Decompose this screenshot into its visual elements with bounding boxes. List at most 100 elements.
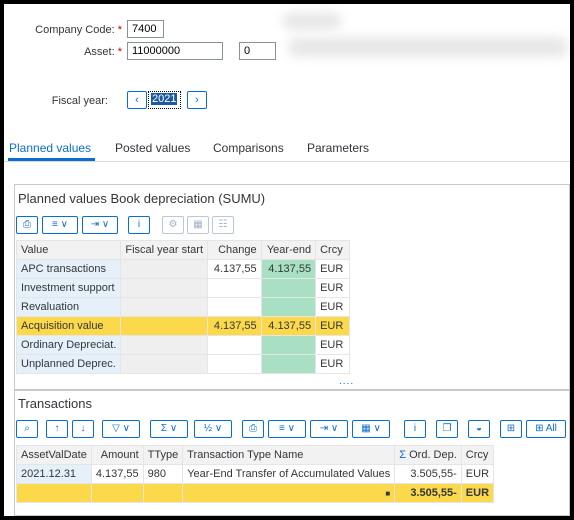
year-end-cell: 4.137,55 (260, 316, 317, 336)
export-menu-button[interactable]: ⇥ ∨ (310, 420, 348, 438)
table-row-total[interactable]: ■ 3.505,55- EUR (16, 483, 495, 503)
subtotal-menu-button[interactable]: ½ ∨ (194, 420, 232, 438)
column-header[interactable]: Σ Ord. Dep. (394, 445, 462, 465)
send-menu-button[interactable]: ⇥ ∨ (82, 216, 118, 234)
column-header[interactable]: Change (207, 240, 262, 260)
tab-comparisons[interactable]: Comparisons (213, 141, 284, 155)
chevron-down-icon: ∨ (122, 423, 130, 434)
zoom-icon: ⌕ (24, 423, 30, 434)
table-row[interactable]: Ordinary Depreciat. EUR (15, 335, 350, 355)
transactions-table: AssetValDate Amount TType Transaction Ty… (16, 445, 495, 503)
fiscal-year-start-cell (120, 354, 209, 374)
view-menu-button[interactable]: ≡ ∨ (268, 420, 306, 438)
chevron-right-icon: › (195, 94, 199, 106)
column-header[interactable]: Crcy (315, 240, 350, 260)
change-cell (207, 278, 262, 298)
chevron-down-icon: ∨ (287, 423, 295, 434)
table-row-total[interactable]: Acquisition value 4.137,55 4.137,55 EUR (15, 316, 350, 336)
subtotal-icon: ½ (203, 423, 213, 434)
currency-cell: EUR (460, 464, 495, 484)
redacted-area (282, 12, 342, 30)
value-cell: APC transactions (15, 259, 122, 279)
currency-cell: EUR (315, 259, 350, 279)
chevron-down-icon: ∨ (214, 423, 223, 434)
calculator-button[interactable]: ▦ (187, 216, 209, 234)
chevron-down-icon: ∨ (373, 423, 381, 434)
ttype-cell: 980 (142, 464, 184, 484)
redacted-area (288, 37, 568, 57)
column-header[interactable]: Amount (90, 445, 144, 465)
column-header[interactable]: Fiscal year start (120, 240, 209, 260)
info-button[interactable]: i (404, 420, 426, 438)
tab-posted-values[interactable]: Posted values (115, 141, 190, 155)
planned-values-title: Planned values Book depreciation (SUMU) (18, 191, 266, 206)
currency-cell: EUR (315, 316, 350, 336)
total-cell (16, 483, 92, 503)
asset-label-text: Asset: (84, 46, 115, 58)
column-header[interactable]: Crcy (460, 445, 495, 465)
fiscal-year-start-cell (120, 278, 209, 298)
sort-descending-button[interactable]: ↓ (72, 420, 94, 438)
asset-explorer-window: Company Code: * 7400 Asset: * 11000000 0… (4, 4, 570, 516)
required-mark: * (117, 24, 122, 36)
sort-ascending-button[interactable]: ↑ (46, 420, 68, 438)
copy-button[interactable]: ❐ (436, 420, 458, 438)
previous-year-button[interactable]: ‹ (127, 91, 147, 109)
layout-menu-button[interactable]: ▦ ∨ (352, 420, 390, 438)
transaction-name-cell: Year-End Transfer of Accumulated Values (182, 464, 396, 484)
chevron-left-icon: ‹ (135, 94, 139, 106)
column-header-text: Ord. Dep. (409, 449, 457, 461)
clipboard-button[interactable]: ☷ (212, 216, 234, 234)
table-row[interactable]: Revaluation EUR (15, 297, 350, 317)
display-button[interactable]: ◒ (468, 420, 490, 438)
sort-ascending-icon: ↑ (54, 423, 60, 434)
column-header[interactable]: Transaction Type Name (182, 445, 396, 465)
expand-button[interactable]: ⊞ (500, 420, 522, 438)
tab-parameters[interactable]: Parameters (307, 141, 369, 155)
table-row[interactable]: Investment support EUR (15, 278, 350, 298)
forward-icon: ⇥ (90, 219, 100, 230)
resize-handle[interactable]: .... (339, 376, 354, 387)
details-button[interactable]: ⌕ (16, 420, 38, 438)
required-mark: * (117, 46, 122, 58)
amount-cell: 4.137,55 (90, 464, 144, 484)
fiscal-year-input[interactable]: 2021 (148, 91, 181, 109)
table-row[interactable]: Unplanned Deprec. EUR (15, 354, 350, 374)
ord-dep-cell: 3.505,55- (394, 464, 462, 484)
company-code-label: Company Code: * (24, 24, 122, 36)
chevron-down-icon: ∨ (330, 423, 339, 434)
chevron-down-icon: ∨ (60, 219, 68, 230)
change-cell (207, 335, 262, 355)
print-button[interactable]: ⎙ (242, 420, 264, 438)
column-header[interactable]: Year-end (260, 240, 317, 260)
sum-menu-button[interactable]: Σ ∨ (150, 420, 188, 438)
table-row[interactable]: 2021.12.31 4.137,55 980 Year-End Transfe… (16, 464, 495, 484)
column-header[interactable]: Value (15, 240, 122, 260)
company-code-input[interactable]: 7400 (127, 20, 164, 38)
year-end-cell (260, 278, 317, 298)
fiscal-year-start-cell (120, 259, 209, 279)
expand-all-button[interactable]: ⊞ All (526, 420, 566, 438)
filter-menu-button[interactable]: ▽ ∨ (102, 420, 140, 438)
export-menu-button[interactable]: ≡ ∨ (42, 216, 78, 234)
value-cell: Ordinary Depreciat. (15, 335, 122, 355)
change-cell (207, 354, 262, 374)
column-header[interactable]: AssetValDate (16, 445, 92, 465)
next-year-button[interactable]: › (187, 91, 207, 109)
table-row[interactable]: APC transactions 4.137,55 4.137,55 EUR (15, 259, 350, 279)
info-button[interactable]: i (128, 216, 150, 234)
settings-button[interactable]: ⚙ (162, 216, 184, 234)
column-header[interactable]: TType (142, 445, 184, 465)
info-icon: i (413, 423, 417, 434)
tab-planned-values[interactable]: Planned values (9, 141, 91, 155)
clipboard-icon: ☷ (218, 219, 228, 230)
print-button[interactable]: ⎙ (16, 216, 38, 234)
asset-input[interactable]: 11000000 (127, 42, 223, 60)
currency-cell: EUR (315, 335, 350, 355)
copy-icon: ❐ (442, 423, 452, 434)
asset-subnumber-input[interactable]: 0 (239, 42, 276, 60)
all-label: All (545, 423, 557, 434)
change-cell: 4.137,55 (207, 316, 262, 336)
tab-separator (4, 161, 570, 162)
grid-icon: ▦ (361, 423, 371, 434)
